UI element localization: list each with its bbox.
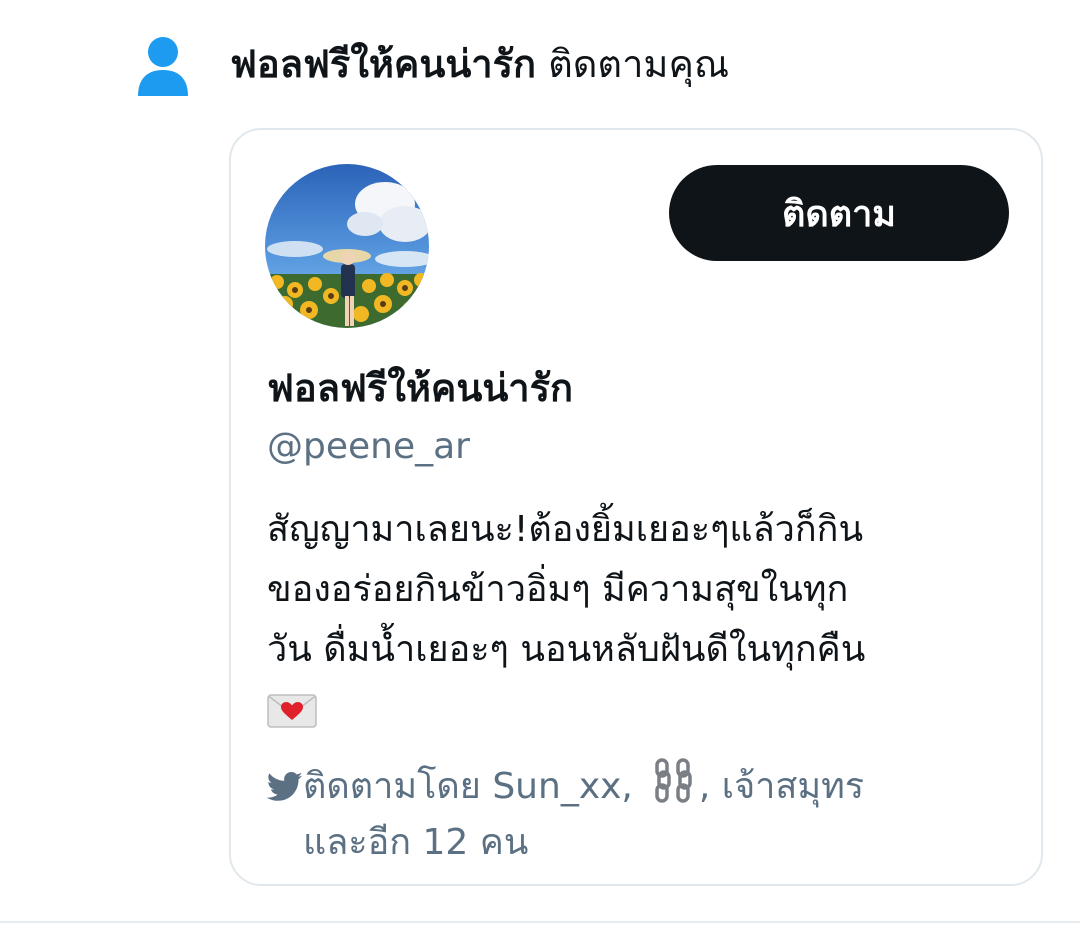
bird-icon	[267, 772, 303, 801]
bio: สัญญามาเลยนะ!ต้องยิ้มเยอะๆแล้วก็กิน ของอ…	[267, 500, 1007, 740]
actor-name-link[interactable]: ฟอลฟรีให้คนน่ารัก	[230, 42, 536, 86]
love-letter-icon	[267, 694, 317, 728]
follow-notification[interactable]: ฟอลฟรีให้คนน่ารัก ติดตามคุณ ติดตาม ฟอลฟร…	[0, 0, 1080, 925]
divider	[0, 921, 1080, 923]
follow-button[interactable]: ติดตาม	[669, 165, 1009, 261]
avatar[interactable]	[265, 164, 429, 328]
action-text: ติดตามคุณ	[548, 42, 730, 86]
notification-header: ฟอลฟรีให้คนน่ารัก ติดตามคุณ	[230, 36, 729, 92]
followed-by-more[interactable]: และอีก 12 คน	[267, 815, 1007, 871]
followed-by-prefix[interactable]: ติดตามโดย Sun_xx,	[303, 766, 633, 807]
bio-line: สัญญามาเลยนะ!ต้องยิ้มเยอะๆแล้วก็กิน	[267, 509, 864, 550]
display-name[interactable]: ฟอลฟรีให้คนน่ารัก	[267, 362, 573, 414]
person-icon	[138, 37, 188, 96]
followed-by: ติดตามโดย Sun_xx, , เจ้าสมุทร และอีก 12 …	[267, 758, 1007, 871]
chain-icon	[655, 758, 692, 803]
user-handle[interactable]: @peene_ar	[267, 422, 470, 472]
user-card[interactable]: ติดตาม ฟอลฟรีให้คนน่ารัก @peene_ar สัญญา…	[229, 128, 1043, 886]
bio-line: วัน ดื่มน้ำเยอะๆ นอนหลับฝันดีในทุกคืน	[267, 629, 866, 670]
bio-line: ของอร่อยกินข้าวอิ่มๆ มีความสุขในทุก	[267, 569, 849, 610]
avatar-image	[265, 164, 429, 328]
followed-by-second[interactable]: , เจ้าสมุทร	[699, 766, 864, 807]
